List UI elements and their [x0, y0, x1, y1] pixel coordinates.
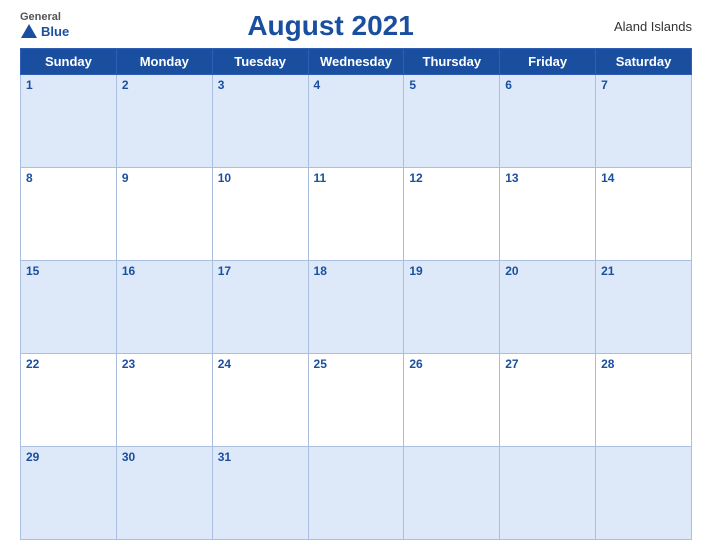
calendar-day-cell: [500, 447, 596, 540]
calendar-day-cell: 27: [500, 354, 596, 447]
calendar-day-cell: 24: [212, 354, 308, 447]
logo: General Blue: [20, 11, 69, 41]
day-number: 18: [314, 264, 327, 278]
day-number: 3: [218, 78, 225, 92]
calendar-day-cell: 11: [308, 168, 404, 261]
calendar-week-row: 29 30 31: [21, 447, 692, 540]
day-number: 11: [314, 171, 327, 185]
weekday-header-monday: Monday: [116, 49, 212, 75]
day-number: 2: [122, 78, 129, 92]
logo-icon: [20, 23, 38, 41]
calendar-day-cell: 13: [500, 168, 596, 261]
day-number: 27: [505, 357, 518, 371]
day-number: 23: [122, 357, 135, 371]
calendar-day-cell: 2: [116, 75, 212, 168]
calendar-day-cell: 5: [404, 75, 500, 168]
day-number: 12: [409, 171, 422, 185]
day-number: 26: [409, 357, 422, 371]
weekday-header-tuesday: Tuesday: [212, 49, 308, 75]
calendar-day-cell: 28: [596, 354, 692, 447]
calendar-day-cell: 1: [21, 75, 117, 168]
day-number: 20: [505, 264, 518, 278]
calendar-day-cell: 21: [596, 261, 692, 354]
day-number: 10: [218, 171, 231, 185]
logo-blue-text: Blue: [41, 25, 69, 39]
calendar-day-cell: [404, 447, 500, 540]
calendar-day-cell: 10: [212, 168, 308, 261]
logo-general-text: General: [20, 11, 61, 23]
weekday-header-wednesday: Wednesday: [308, 49, 404, 75]
calendar-day-cell: 4: [308, 75, 404, 168]
calendar-day-cell: 16: [116, 261, 212, 354]
day-number: 7: [601, 78, 608, 92]
calendar-header: General Blue August 2021 Aland Islands: [20, 10, 692, 42]
calendar-day-cell: 9: [116, 168, 212, 261]
day-number: 28: [601, 357, 614, 371]
weekday-header-row: SundayMondayTuesdayWednesdayThursdayFrid…: [21, 49, 692, 75]
day-number: 4: [314, 78, 321, 92]
day-number: 9: [122, 171, 129, 185]
day-number: 14: [601, 171, 614, 185]
calendar-day-cell: 6: [500, 75, 596, 168]
day-number: 5: [409, 78, 416, 92]
day-number: 24: [218, 357, 231, 371]
weekday-header-sunday: Sunday: [21, 49, 117, 75]
calendar-day-cell: 20: [500, 261, 596, 354]
calendar-day-cell: 18: [308, 261, 404, 354]
calendar-day-cell: 30: [116, 447, 212, 540]
calendar-day-cell: 23: [116, 354, 212, 447]
calendar-week-row: 22 23 24 25 26 27 28: [21, 354, 692, 447]
weekday-header-thursday: Thursday: [404, 49, 500, 75]
day-number: 21: [601, 264, 614, 278]
region-label: Aland Islands: [592, 19, 692, 34]
calendar-day-cell: 25: [308, 354, 404, 447]
day-number: 8: [26, 171, 33, 185]
calendar-week-row: 15 16 17 18 19 20 21: [21, 261, 692, 354]
calendar-table: SundayMondayTuesdayWednesdayThursdayFrid…: [20, 48, 692, 540]
calendar-day-cell: 15: [21, 261, 117, 354]
day-number: 25: [314, 357, 327, 371]
day-number: 16: [122, 264, 135, 278]
day-number: 29: [26, 450, 39, 464]
weekday-header-saturday: Saturday: [596, 49, 692, 75]
month-title: August 2021: [69, 10, 592, 42]
day-number: 13: [505, 171, 518, 185]
day-number: 15: [26, 264, 39, 278]
day-number: 30: [122, 450, 135, 464]
day-number: 6: [505, 78, 512, 92]
calendar-day-cell: [308, 447, 404, 540]
day-number: 19: [409, 264, 422, 278]
calendar-day-cell: [596, 447, 692, 540]
calendar-day-cell: 3: [212, 75, 308, 168]
calendar-day-cell: 14: [596, 168, 692, 261]
calendar-day-cell: 7: [596, 75, 692, 168]
calendar-week-row: 1 2 3 4 5 6 7: [21, 75, 692, 168]
day-number: 31: [218, 450, 231, 464]
day-number: 17: [218, 264, 231, 278]
calendar-day-cell: 17: [212, 261, 308, 354]
calendar-day-cell: 19: [404, 261, 500, 354]
calendar-day-cell: 29: [21, 447, 117, 540]
day-number: 1: [26, 78, 33, 92]
weekday-header-friday: Friday: [500, 49, 596, 75]
calendar-day-cell: 8: [21, 168, 117, 261]
calendar-day-cell: 31: [212, 447, 308, 540]
day-number: 22: [26, 357, 39, 371]
calendar-week-row: 8 9 10 11 12 13 14: [21, 168, 692, 261]
calendar-day-cell: 26: [404, 354, 500, 447]
calendar-day-cell: 22: [21, 354, 117, 447]
calendar-day-cell: 12: [404, 168, 500, 261]
